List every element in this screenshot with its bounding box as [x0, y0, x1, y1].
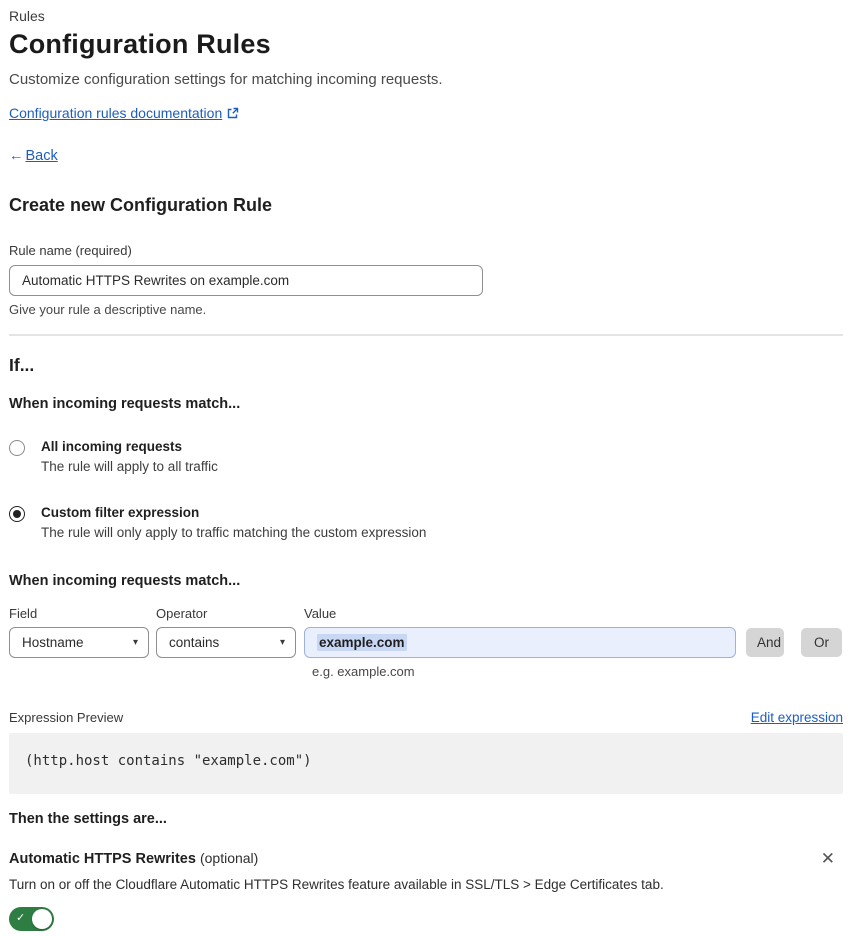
value-input-text: example.com — [317, 634, 407, 651]
radio-custom-filter-expression[interactable]: Custom filter expression The rule will o… — [9, 505, 843, 540]
back-arrow-icon: ← — [9, 148, 24, 164]
radio-selected-icon[interactable] — [9, 506, 25, 522]
toggle-check-icon: ✓ — [16, 912, 26, 924]
field-select-value: Hostname — [22, 635, 84, 650]
expression-preview-label: Expression Preview — [9, 710, 124, 725]
expression-code: (http.host contains "example.com") — [25, 753, 312, 769]
radio-all-incoming-requests[interactable]: All incoming requests The rule will appl… — [9, 439, 843, 474]
builder-heading: When incoming requests match... — [9, 573, 241, 589]
back-link-label: Back — [25, 148, 58, 164]
value-label: Value — [304, 606, 337, 621]
setting-title: Automatic HTTPS Rewrites (optional) — [9, 850, 258, 867]
close-icon[interactable]: ✕ — [819, 850, 837, 867]
then-settings-heading: Then the settings are... — [9, 811, 167, 827]
setting-name-text: Automatic HTTPS Rewrites — [9, 851, 196, 867]
radio-unselected-icon[interactable] — [9, 440, 25, 456]
setting-optional-text: (optional) — [199, 850, 259, 866]
section-divider — [9, 334, 843, 336]
setting-description: Turn on or off the Cloudflare Automatic … — [9, 877, 664, 892]
edit-expression-link[interactable]: Edit expression — [751, 710, 843, 725]
rule-name-input[interactable] — [9, 265, 483, 296]
back-link[interactable]: ← Back — [9, 148, 843, 164]
radio-description: The rule will apply to all traffic — [41, 459, 218, 474]
rule-name-label: Rule name (required) — [9, 243, 132, 258]
external-link-icon — [227, 107, 239, 119]
expression-preview-box: (http.host contains "example.com") — [9, 733, 843, 794]
if-heading: If... — [9, 355, 35, 375]
toggle-knob — [32, 909, 52, 929]
create-rule-heading: Create new Configuration Rule — [9, 195, 273, 215]
match-heading: When incoming requests match... — [9, 396, 241, 412]
documentation-link[interactable]: Configuration rules documentation — [9, 105, 222, 121]
rule-name-helper: Give your rule a descriptive name. — [9, 302, 207, 317]
field-label: Field — [9, 606, 38, 621]
page-subtitle: Customize configuration settings for mat… — [9, 71, 443, 88]
chevron-down-icon: ▾ — [279, 637, 285, 648]
radio-description: The rule will only apply to traffic matc… — [41, 525, 427, 540]
value-helper: e.g. example.com — [312, 664, 415, 679]
automatic-https-rewrites-toggle[interactable]: ✓ — [9, 907, 54, 931]
chevron-down-icon: ▾ — [132, 637, 138, 648]
or-button[interactable]: Or — [801, 628, 842, 657]
operator-select[interactable]: contains ▾ — [156, 627, 296, 658]
and-button[interactable]: And — [746, 628, 784, 657]
page-title: Configuration Rules — [9, 29, 271, 59]
breadcrumb: Rules — [9, 8, 45, 24]
radio-label: All incoming requests — [41, 439, 183, 454]
configuration-rules-page: Rules Configuration Rules Customize conf… — [0, 0, 852, 936]
field-select[interactable]: Hostname ▾ — [9, 627, 149, 658]
operator-select-value: contains — [169, 635, 220, 650]
value-input[interactable]: example.com — [304, 627, 736, 658]
radio-label: Custom filter expression — [41, 505, 200, 520]
operator-label: Operator — [156, 606, 208, 621]
